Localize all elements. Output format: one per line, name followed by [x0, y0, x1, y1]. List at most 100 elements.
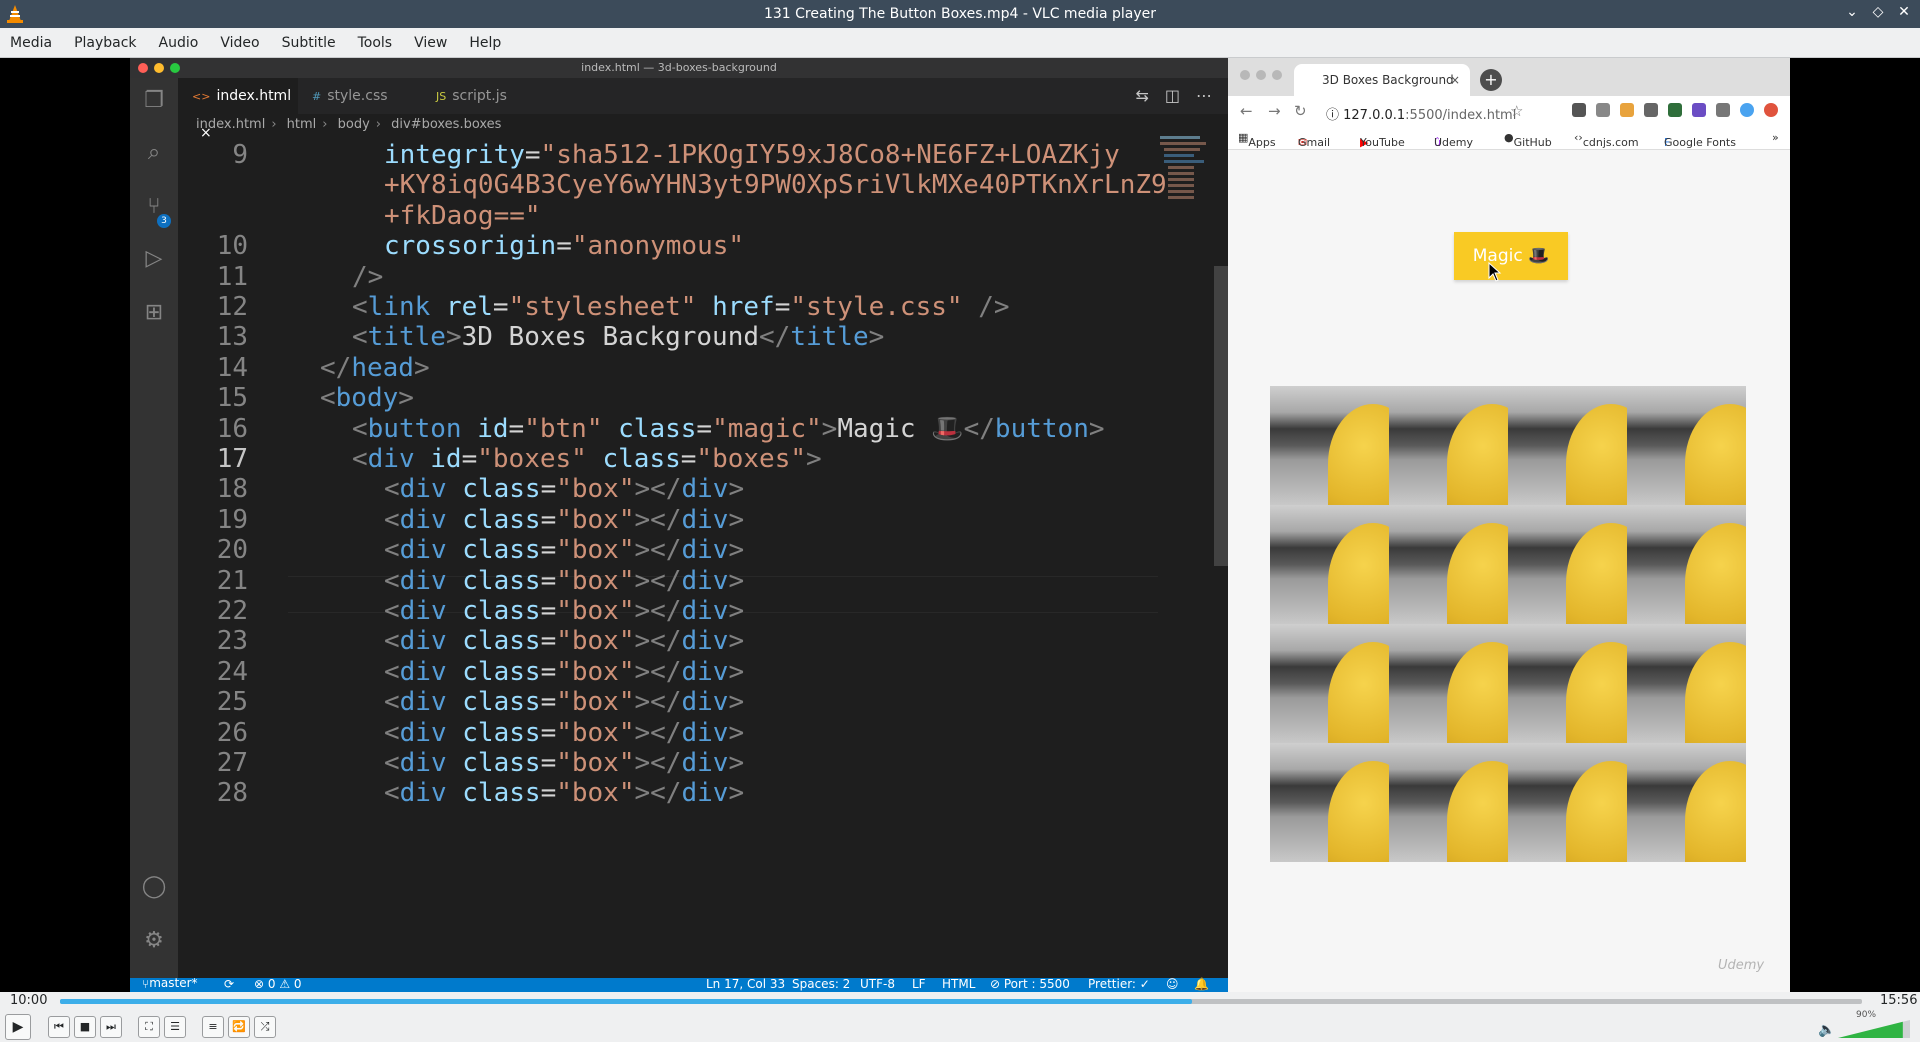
split-editor-icon: ◫: [1164, 86, 1180, 105]
shuffle-button[interactable]: ⤮: [254, 1016, 276, 1038]
extended-settings-button[interactable]: ☰: [164, 1016, 186, 1038]
close-dot-icon: [1240, 70, 1250, 80]
bookmarks-overflow: »: [1772, 131, 1779, 144]
code-line: />: [352, 261, 384, 292]
close-dot-icon: [138, 63, 148, 73]
extensions-icon: ⊞: [144, 300, 164, 325]
previous-button[interactable]: ⏮: [48, 1016, 70, 1038]
line-number: 9: [232, 140, 248, 170]
box: [1389, 743, 1508, 862]
new-tab-icon: +: [1480, 69, 1502, 91]
box: [1508, 505, 1627, 624]
editor-title: index.html — 3d-boxes-background: [130, 58, 1228, 78]
box: [1627, 386, 1746, 505]
address-bar: ⓘ 127.0.0.1:5500/index.html: [1326, 108, 1517, 123]
menu-tools[interactable]: Tools: [348, 35, 405, 51]
box: [1389, 505, 1508, 624]
code-line: <link rel="stylesheet" href="style.css" …: [352, 292, 1010, 322]
extension-icon: [1620, 103, 1634, 117]
back-icon: ←: [1240, 102, 1253, 120]
browser-tab-strip: 3D Boxes Background × +: [1228, 58, 1790, 96]
code-line: <div class="box"></div>: [384, 504, 745, 535]
language-mode: HTML: [942, 977, 976, 991]
tab-style-css: # style.css: [298, 78, 422, 114]
magic-button: Magic 🎩: [1454, 232, 1568, 280]
bookmarks-bar: ▦ Apps ✉ Gmail ▶ YouTube û Udemy ● GitHu…: [1228, 126, 1790, 150]
loop-button[interactable]: 🔁: [228, 1016, 250, 1038]
html-file-icon: <>: [192, 90, 211, 103]
volume-label: 90%: [1856, 1010, 1877, 1020]
code-line: <div class="box"></div>: [384, 626, 745, 657]
playlist-button[interactable]: ≡: [202, 1016, 224, 1038]
menu-view[interactable]: View: [404, 35, 459, 51]
fullscreen-button[interactable]: ⛶: [138, 1016, 160, 1038]
code-line: <title>3D Boxes Background</title>: [352, 322, 885, 353]
menu-playback[interactable]: Playback: [64, 35, 148, 51]
line-number: 26: [216, 717, 248, 748]
video-frame[interactable]: index.html — 3d-boxes-background ❐ ⌕ ⑂ 3…: [0, 58, 1920, 992]
code-line: <body>: [320, 383, 414, 414]
extension-icon: [1692, 103, 1706, 117]
code-line: <button id="btn" class="magic">Magic 🎩</…: [352, 413, 1105, 444]
code-area: 9 integrity="sha512-1PKOgIY59xJ8Co8+NE6FZ…: [178, 136, 1188, 978]
close-icon[interactable]: ✕: [1896, 4, 1912, 20]
editor-scrollbar: [1214, 266, 1228, 566]
reload-icon: ↻: [1294, 102, 1307, 120]
cursor-position: Ln 17, Col 33: [706, 977, 786, 991]
line-number: 15: [216, 383, 248, 414]
playback-controls: ▶ ⏮ ■ ⏭ ⛶ ☰ ≡ 🔁 ⤮ 🔈 90%: [0, 1010, 1920, 1042]
seek-slider[interactable]: [60, 999, 1862, 1004]
menu-bar: Media Playback Audio Video Subtitle Tool…: [0, 28, 1920, 58]
code-line: integrity="sha512-1PKOgIY59xJ8Co8+NE6FZ+…: [384, 140, 1120, 170]
bookmark-github: ● GitHub: [1504, 131, 1552, 149]
css-file-icon: #: [312, 90, 322, 103]
line-number: 16: [216, 413, 248, 444]
box: [1270, 624, 1389, 743]
tab-label: style.css: [327, 88, 388, 104]
problems-count: ⊗ 0 ⚠ 0: [254, 977, 302, 991]
menu-help[interactable]: Help: [459, 35, 513, 51]
play-button[interactable]: ▶: [5, 1014, 31, 1040]
bookmark-star-icon: ☆: [1510, 102, 1524, 120]
line-number: 23: [216, 626, 248, 657]
speaker-icon[interactable]: 🔈: [1818, 1022, 1835, 1038]
line-number: 10: [216, 231, 248, 262]
bookmark-cdnjs: ‹› cdnjs.com: [1574, 131, 1639, 149]
menu-media[interactable]: Media: [0, 35, 64, 51]
extension-icon: [1668, 103, 1682, 117]
code-line: <div class="box"></div>: [384, 656, 745, 687]
extension-icon: [1572, 103, 1586, 117]
browser-toolbar: ← → ↻ ⓘ 127.0.0.1:5500/index.html ☆: [1228, 96, 1790, 126]
code-line: +KY8iq0G4B3CyeY6wYHN3yt9PW0XpSriVlkMXe40…: [384, 170, 1167, 201]
minimize-icon[interactable]: ⌄: [1844, 4, 1860, 20]
code-line: <div id="boxes" class="boxes">: [352, 444, 822, 474]
search-icon: ⌕: [147, 140, 161, 165]
box: [1389, 624, 1508, 743]
window-title: 131 Creating The Button Boxes.mp4 - VLC …: [763, 6, 1156, 22]
code-editor-window: index.html — 3d-boxes-background ❐ ⌕ ⑂ 3…: [130, 58, 1228, 992]
line-number: 12: [216, 292, 248, 322]
window-title-bar: 131 Creating The Button Boxes.mp4 - VLC …: [0, 0, 1920, 28]
extension-icon: [1644, 103, 1658, 117]
extensions-tray: [1572, 103, 1778, 117]
breadcrumb-item: body: [337, 117, 370, 132]
zoom-dot-icon: [1272, 70, 1282, 80]
code-line: crossorigin="anonymous": [384, 231, 745, 262]
prettier-status: Prettier: ✓: [1088, 977, 1150, 991]
volume-slider[interactable]: [1838, 1018, 1910, 1038]
puzzle-icon: [1716, 103, 1730, 117]
line-number: 22: [216, 596, 248, 626]
minimize-dot-icon: [154, 63, 164, 73]
stop-button[interactable]: ■: [74, 1016, 96, 1038]
code-line: <div class="box"></div>: [384, 596, 745, 626]
menu-audio[interactable]: Audio: [149, 35, 211, 51]
notifications-icon: 🔔: [1194, 977, 1209, 991]
maximize-icon[interactable]: ◇: [1870, 4, 1886, 20]
next-button[interactable]: ⏭: [100, 1016, 122, 1038]
box: [1270, 386, 1389, 505]
box: [1270, 743, 1389, 862]
menu-video[interactable]: Video: [210, 35, 271, 51]
zoom-dot-icon: [170, 63, 180, 73]
total-time: 15:56: [1880, 993, 1918, 1008]
menu-subtitle[interactable]: Subtitle: [272, 35, 348, 51]
